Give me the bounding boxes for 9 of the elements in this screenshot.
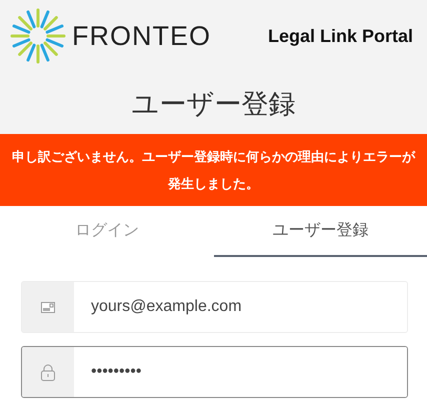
logo-icon <box>10 8 66 64</box>
password-field[interactable]: ••••••••• <box>21 346 408 398</box>
product-name: Legal Link Portal <box>268 26 413 46</box>
error-banner: 申し訳ございません。ユーザー登録時に何らかの理由によりエラーが発生しました。 <box>0 134 427 206</box>
card-icon <box>41 302 55 312</box>
brand-name: FRONTEO <box>72 20 211 52</box>
email-field[interactable]: yours@example.com <box>21 281 408 333</box>
lock-icon <box>41 364 55 380</box>
page-title: ユーザー登録 <box>132 88 296 121</box>
